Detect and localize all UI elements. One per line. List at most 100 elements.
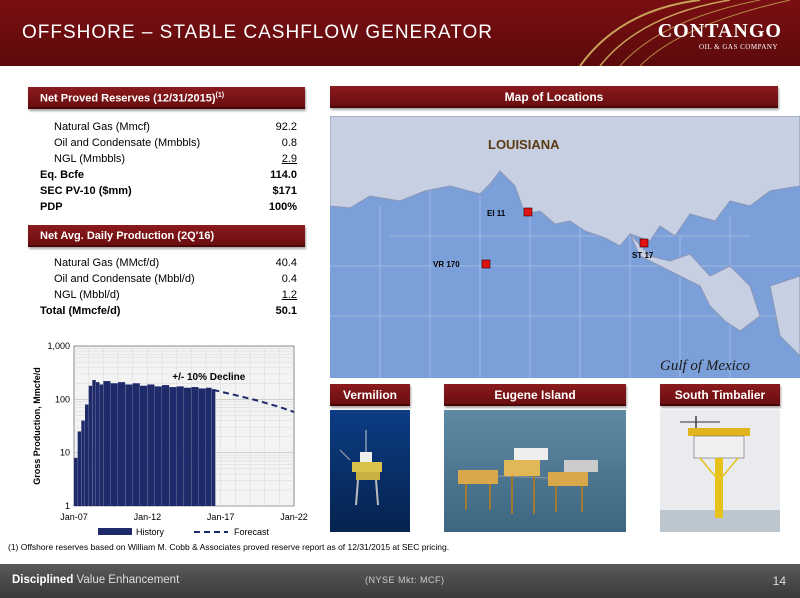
y-tick-label: 1,000 [47,341,70,351]
locations-map: LOUISIANA EI 11 VR 170 ST 17 Gulf of Mex… [330,116,800,378]
history-bar [198,388,206,506]
row-label: NGL (Mbbl/d) [54,289,120,301]
legend-swatch-history [98,528,132,535]
history-bar [99,384,104,506]
photo-label-south-timbalier: South Timbalier [660,384,780,406]
x-tick-label: Jan-22 [280,512,308,522]
history-bar [88,385,93,506]
row-value: 92.2 [275,121,297,133]
table-row: PDP 100% [40,199,305,215]
production-heading-text: Net Avg. Daily Production (2Q'16) [40,230,215,242]
x-tick-label: Jan-07 [60,512,88,522]
history-bar [110,383,118,506]
reserves-heading: Net Proved Reserves (12/31/2015)(1) [28,87,305,109]
history-bar [162,385,170,506]
row-value: 40.4 [275,257,297,269]
vermilion-photo [330,410,410,532]
photo-label-vermilion: Vermilion [330,384,410,406]
y-axis-label: Gross Production, Mmcfe/d [32,367,42,485]
map-marker-ei11 [523,207,533,217]
map-marker-vr170 [481,259,491,269]
slide-header: OFFSHORE – STABLE CASHFLOW GENERATOR CON… [0,0,800,66]
footer-tagline: Disciplined Value Enhancement [12,574,179,586]
history-bar [147,384,155,506]
table-row: Natural Gas (MMcf/d) 40.4 [40,255,305,271]
map-marker-st17 [639,238,649,248]
map-heading-text: Map of Locations [504,90,604,104]
table-row: SEC PV-10 ($mm) $171 [40,183,305,199]
map-marker-label: EI 11 [487,209,506,218]
slide-footer: Disciplined Value Enhancement (NYSE Mkt:… [0,564,800,598]
row-value: 114.0 [270,169,297,181]
table-row: Total (Mmcfe/d) 50.1 [40,303,305,319]
production-heading: Net Avg. Daily Production (2Q'16) [28,225,305,247]
history-bar [81,420,85,506]
footer-ticker: (NYSE Mkt: MCF) [365,575,445,585]
reserves-heading-note: (1) [215,92,225,99]
table-row: NGL (Mmbbls) 2.9 [40,151,305,167]
map-state-label: LOUISIANA [488,137,560,152]
reserves-heading-text: Net Proved Reserves (12/31/2015) [40,92,216,105]
row-label: Total (Mmcfe/d) [40,305,121,317]
eugene-island-photo [444,410,626,532]
map-marker-label: ST 17 [632,251,654,260]
row-value: 2.9 [281,153,297,165]
table-row: Natural Gas (Mmcf) 92.2 [40,119,305,135]
history-bar [169,387,177,506]
row-label: NGL (Mmbbls) [54,153,126,165]
company-logo: CONTANGO OIL & GAS COMPANY [622,20,782,51]
photo-label-text: Eugene Island [494,388,576,402]
row-label: Oil and Condensate (Mbbl/d) [54,273,195,285]
history-bar [132,383,140,506]
photo-label-text: Vermilion [342,388,398,402]
history-bar [85,404,89,506]
footer-tagline-rest: Value Enhancement [73,574,180,586]
x-tick-label: Jan-12 [134,512,162,522]
page-number: 14 [772,574,786,588]
history-bar [154,386,162,506]
legend-label-history: History [136,527,165,537]
history-bar [140,385,148,506]
map-graphic: LOUISIANA EI 11 VR 170 ST 17 Gulf of Mex… [330,116,800,378]
row-label: Natural Gas (MMcf/d) [54,257,160,269]
history-bar [118,382,126,506]
production-chart: +/- 10% Decline 1 10 100 1,000 Jan-07 Jan-12 Ja… [32,341,308,537]
production-table: Natural Gas (MMcf/d) 40.4 Oil and Condens… [40,255,305,319]
reserves-table: Natural Gas (Mmcf) 92.2 Oil and Condensat… [40,119,305,215]
footer-tagline-bold: Disciplined [12,574,74,586]
row-label: Eq. Bcfe [40,169,85,181]
history-bar [92,380,96,506]
row-value: $171 [272,185,297,197]
history-bar [77,431,82,506]
row-value: 0.8 [281,137,297,149]
history-bar [103,381,111,506]
history-bar [191,387,199,506]
history-bar [211,389,216,506]
logo-subtitle: OIL & GAS COMPANY [699,43,778,51]
legend-label-forecast: Forecast [234,527,270,537]
photo-label-text: South Timbalier [674,388,766,402]
map-sea-label: Gulf of Mexico [660,358,750,374]
row-label: PDP [40,201,63,213]
chart-annotation: +/- 10% Decline [172,372,246,383]
slide-title: OFFSHORE – STABLE CASHFLOW GENERATOR [22,22,493,43]
row-value: 1.2 [281,289,297,301]
footnote: (1) Offshore reserves based on William M… [8,542,450,552]
row-label: Natural Gas (Mmcf) [54,121,150,133]
row-value: 100% [268,201,297,213]
table-row: Oil and Condensate (Mbbl/d) 0.4 [40,271,305,287]
y-tick-label: 100 [55,394,70,404]
x-tick-label: Jan-17 [207,512,235,522]
logo-name: CONTANGO [657,20,782,42]
row-value: 50.1 [275,305,297,317]
y-tick-label: 1 [65,501,70,511]
history-bar [125,384,133,506]
row-value: 0.4 [281,273,297,285]
map-marker-label: VR 170 [433,260,460,269]
photo-label-eugene-island: Eugene Island [444,384,626,406]
map-heading: Map of Locations [330,86,778,108]
south-timbalier-photo [660,410,780,532]
row-label: Oil and Condensate (Mmbbls) [54,137,201,149]
history-bar [74,457,78,506]
table-row: NGL (Mbbl/d) 1.2 [40,287,305,303]
